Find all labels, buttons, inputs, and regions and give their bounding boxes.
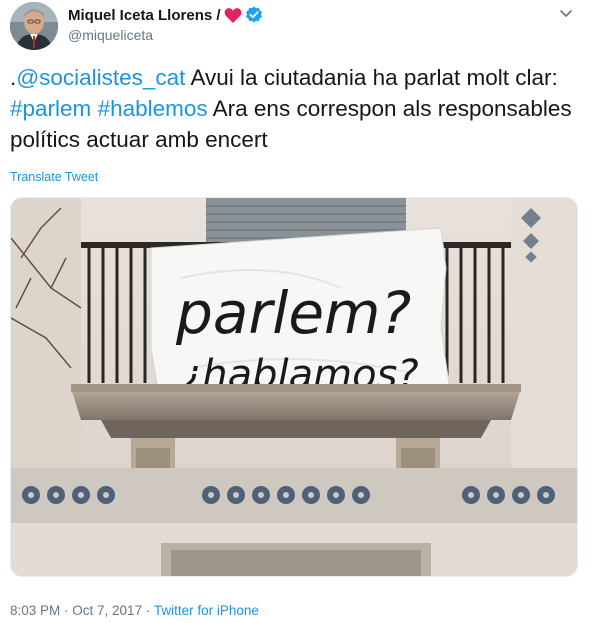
mention-link[interactable]: @socialistes_cat <box>16 65 185 90</box>
tweet-time[interactable]: 8:03 PM <box>10 603 60 618</box>
tweet-date[interactable]: Oct 7, 2017 <box>72 603 142 618</box>
tweet-meta: 8:03 PM · Oct 7, 2017 · Twitter for iPho… <box>10 603 259 618</box>
hashtag-link-hablemos[interactable]: #hablemos <box>98 96 208 121</box>
hashtag-link-parlem[interactable]: #parlem <box>10 96 91 121</box>
translate-tweet-link[interactable]: Translate Tweet <box>10 170 98 184</box>
tweet-source-link[interactable]: Twitter for iPhone <box>154 603 259 618</box>
display-name[interactable]: Miquel Iceta Llorens / <box>68 7 221 24</box>
author-handle[interactable]: @miqueliceta <box>68 27 153 43</box>
heart-icon <box>224 7 242 24</box>
chevron-down-icon[interactable] <box>558 5 574 21</box>
avatar[interactable] <box>10 2 58 50</box>
meta-separator-2: · <box>142 603 154 618</box>
tweet-photo[interactable]: parlem? ¿hablamos? <box>10 197 578 577</box>
tweet-text: .@socialistes_cat Avui la ciutadania ha … <box>10 62 585 155</box>
verified-badge-icon <box>245 6 263 24</box>
author-name-row[interactable]: Miquel Iceta Llorens / <box>68 6 263 24</box>
text-part-1: Avui la ciutadania ha parlat molt clar: <box>185 65 558 90</box>
meta-separator: · <box>60 603 73 618</box>
banner-line-1: parlem? <box>175 279 411 347</box>
tweet: Miquel Iceta Llorens / @miqueliceta .@so… <box>0 0 594 623</box>
